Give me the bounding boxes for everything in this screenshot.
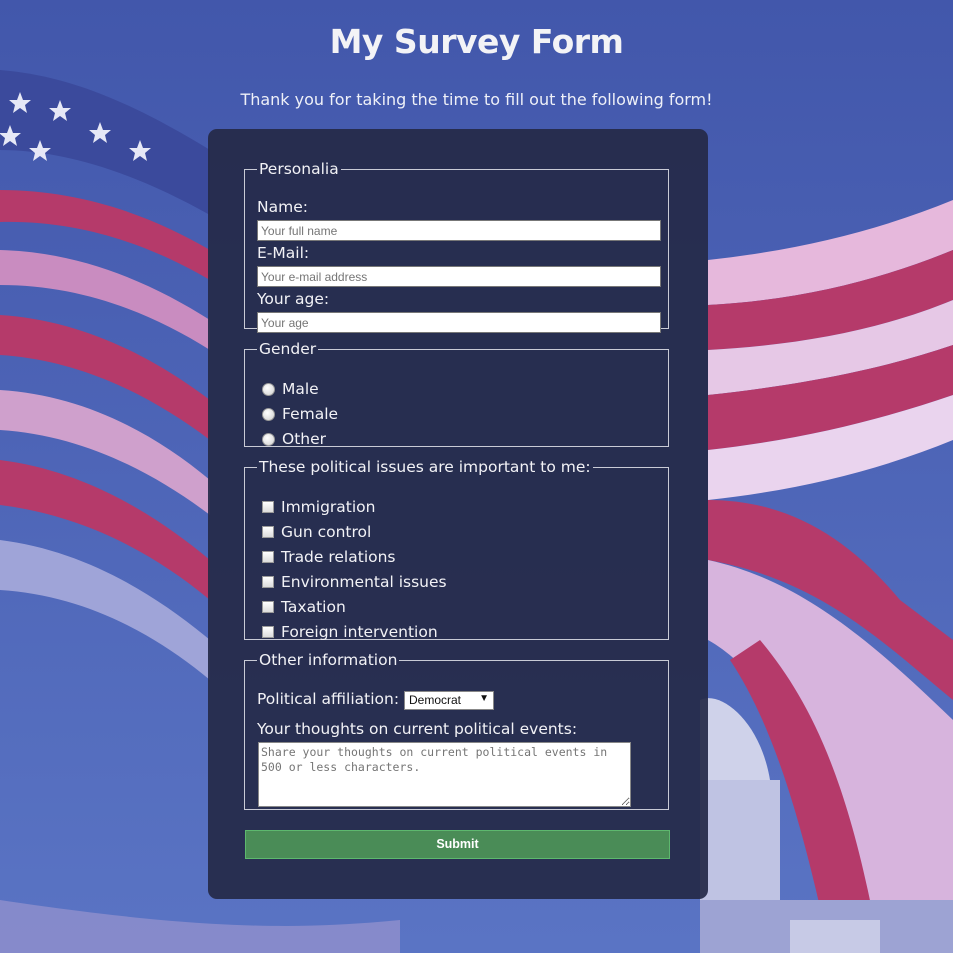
gender-fieldset: Gender Male Female Other — [244, 340, 669, 448]
issues-fieldset: These political issues are important to … — [244, 458, 669, 641]
issue-option-label: Trade relations — [281, 548, 396, 566]
age-label: Your age: — [257, 290, 330, 308]
affiliation-label: Political affiliation: — [257, 690, 400, 708]
issue-option-label: Foreign intervention — [281, 623, 438, 641]
age-input[interactable] — [257, 312, 661, 333]
gender-legend: Gender — [259, 340, 317, 358]
checkbox[interactable] — [262, 576, 274, 588]
checkbox[interactable] — [262, 551, 274, 563]
page-subtitle: Thank you for taking the time to fill ou… — [240, 90, 713, 109]
personalia-fieldset: Personalia Name: E-Mail: Your age: — [244, 160, 669, 333]
checkbox[interactable] — [262, 626, 274, 638]
other-info-fieldset: Other information Political affiliation:… — [244, 651, 669, 810]
personalia-legend: Personalia — [259, 160, 339, 178]
page-title: My Survey Form — [329, 22, 624, 61]
issue-option-label: Immigration — [281, 498, 376, 516]
checkbox[interactable] — [262, 601, 274, 613]
radio-button[interactable] — [262, 408, 275, 421]
gender-option-label: Female — [282, 405, 339, 423]
affiliation-selected-value: Democrat — [409, 693, 462, 707]
name-input[interactable] — [257, 220, 661, 241]
name-label: Name: — [257, 198, 308, 216]
email-input[interactable] — [257, 266, 661, 287]
email-label: E-Mail: — [257, 244, 310, 262]
thoughts-label: Your thoughts on current political event… — [257, 720, 578, 738]
gender-option-label: Male — [282, 380, 319, 398]
gender-option-label: Other — [282, 430, 327, 448]
survey-form: Personalia Name: E-Mail: Your age: Gende… — [208, 129, 708, 899]
chevron-down-icon: ▼ — [479, 693, 489, 704]
checkbox[interactable] — [262, 501, 274, 513]
thoughts-textarea[interactable] — [258, 742, 631, 807]
radio-button[interactable] — [262, 383, 275, 396]
other-info-legend: Other information — [259, 651, 398, 669]
issue-option-label: Taxation — [281, 598, 346, 616]
checkbox[interactable] — [262, 526, 274, 538]
issue-option-label: Environmental issues — [281, 573, 447, 591]
submit-button[interactable]: Submit — [245, 830, 670, 859]
issue-option-label: Gun control — [281, 523, 372, 541]
affiliation-select[interactable]: Democrat ▼ — [404, 691, 494, 710]
issues-legend: These political issues are important to … — [259, 458, 591, 476]
radio-button[interactable] — [262, 433, 275, 446]
